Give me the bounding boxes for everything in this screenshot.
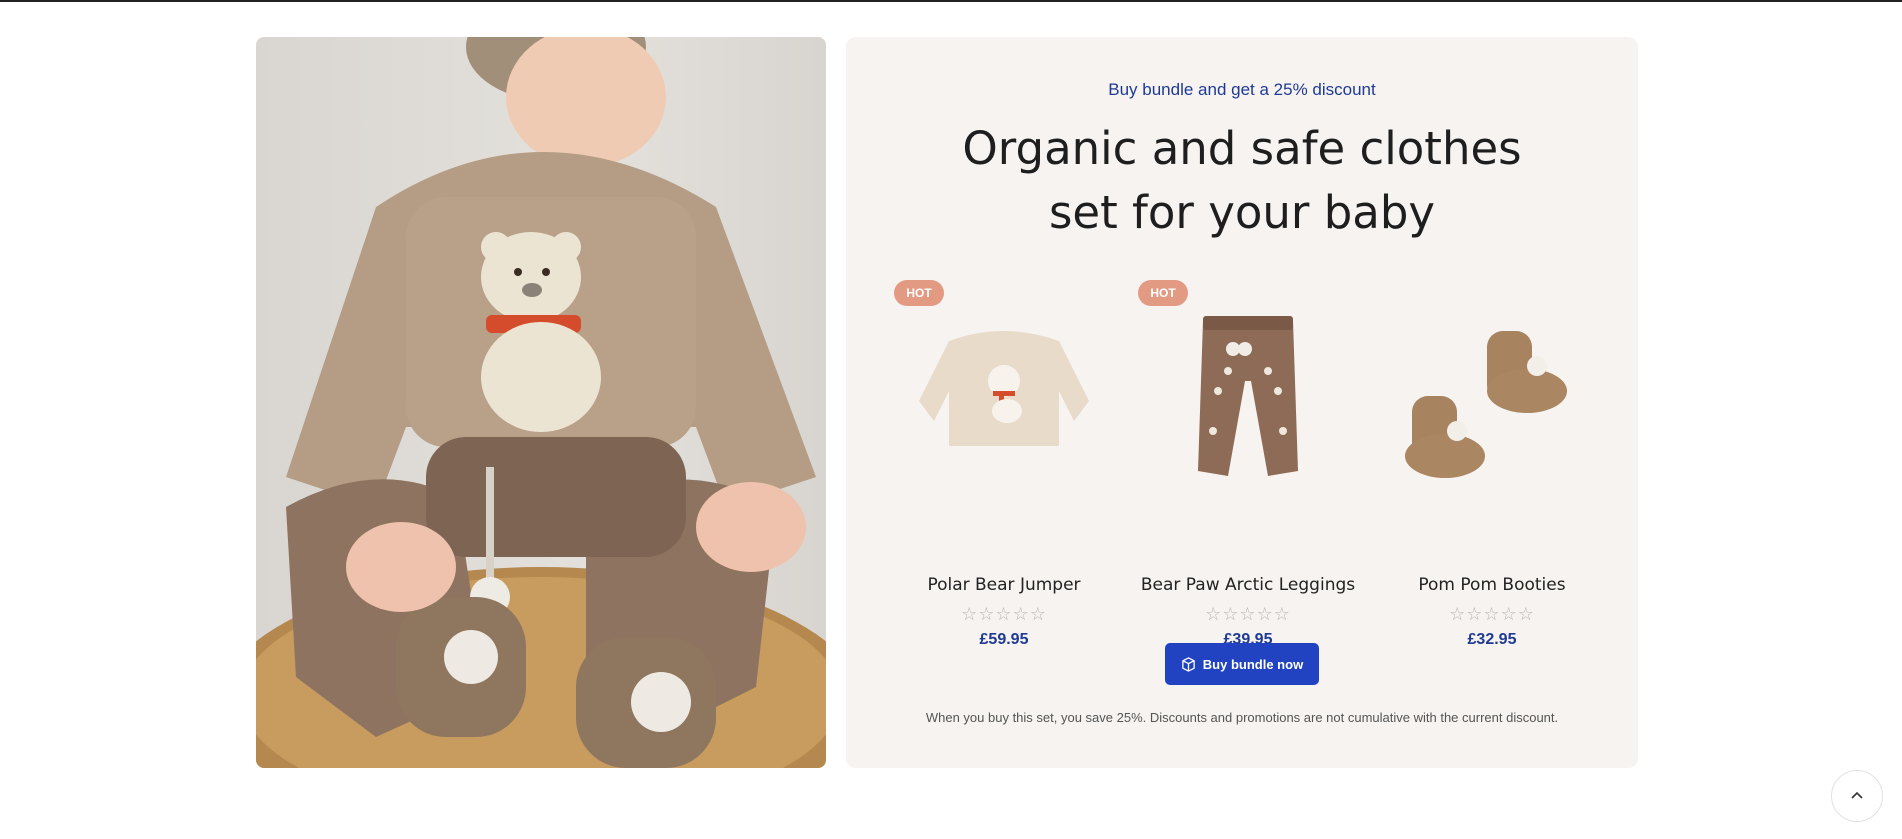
product-card[interactable]: HOT Bear Paw Arctic Leggings ☆☆☆☆☆ £39.9…	[1133, 271, 1363, 648]
product-image[interactable]	[1133, 271, 1363, 526]
buy-bundle-label: Buy bundle now	[1202, 656, 1304, 672]
chevron-up-icon	[1851, 791, 1863, 799]
hero-image	[256, 37, 826, 768]
hot-badge: HOT	[894, 280, 944, 306]
product-card[interactable]: Pom Pom Booties ☆☆☆☆☆ £32.95	[1377, 271, 1607, 648]
leggings-image	[1198, 316, 1298, 476]
hot-badge: HOT	[1138, 280, 1188, 306]
bundle-subtitle: Buy bundle and get a 25% discount	[1108, 80, 1376, 99]
rating-stars: ☆☆☆☆☆	[1449, 604, 1535, 625]
box-icon	[1182, 656, 1195, 672]
product-card[interactable]: HOT Polar Bear Jumper ☆☆☆☆☆ £59.95	[889, 271, 1119, 648]
buy-bundle-button[interactable]: Buy bundle now	[1165, 643, 1319, 685]
bundle-panel: Buy bundle and get a 25% discount Organi…	[846, 37, 1638, 768]
baby-photo-illustration	[256, 37, 826, 768]
product-image[interactable]	[889, 271, 1119, 526]
jumper-image	[919, 331, 1089, 446]
scroll-to-top-button[interactable]	[1831, 770, 1883, 822]
booties-image	[1405, 331, 1567, 478]
bundle-note: When you buy this set, you save 25%. Dis…	[925, 710, 1559, 725]
bundle-title: Organic and safe clothes set for your ba…	[962, 122, 1522, 239]
product-name[interactable]: Pom Pom Booties	[1357, 575, 1627, 595]
product-name[interactable]: Bear Paw Arctic Leggings	[1113, 575, 1383, 595]
product-image[interactable]	[1377, 271, 1607, 526]
rating-stars: ☆☆☆☆☆	[1205, 604, 1291, 625]
top-border	[0, 0, 1902, 2]
product-price: £59.95	[979, 631, 1029, 648]
product-name[interactable]: Polar Bear Jumper	[869, 575, 1139, 595]
product-price: £32.95	[1467, 631, 1517, 648]
rating-stars: ☆☆☆☆☆	[961, 604, 1047, 625]
